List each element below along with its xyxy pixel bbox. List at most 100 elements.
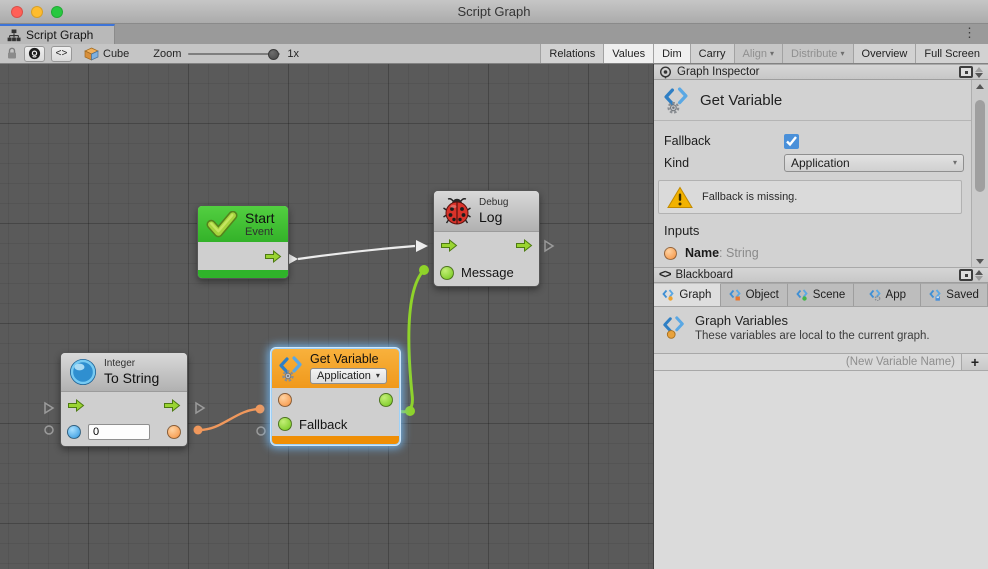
flow-input-port[interactable]	[67, 399, 85, 412]
name-input-port[interactable]	[278, 393, 292, 407]
panel-title: Blackboard	[675, 269, 733, 281]
blackboard-icon: <>	[659, 269, 670, 281]
tab-script-graph[interactable]: Script Graph	[0, 24, 115, 44]
node-subtitle: Event	[245, 226, 275, 238]
toolbar-toggles: Relations Values Dim Carry Align▾ Distri…	[540, 44, 988, 63]
integer-input-port[interactable]	[67, 425, 81, 439]
window-panel-icon[interactable]	[959, 66, 973, 78]
new-variable-row: +	[654, 353, 988, 371]
blackboard-tabs: Graph Object Scene	[654, 283, 988, 307]
inputs-heading: Inputs	[664, 223, 699, 238]
graph-variables-icon	[662, 289, 675, 301]
overview-button[interactable]: Overview	[853, 44, 916, 63]
zoom-value: 1x	[287, 48, 299, 60]
object-variables-icon	[729, 289, 742, 301]
variable-name-dropdown[interactable]: Application ▾	[310, 368, 387, 384]
start-event-node[interactable]: Start Event	[197, 205, 289, 279]
flow-output-port[interactable]	[163, 399, 181, 412]
flow-wire-start-to-log[interactable]	[289, 240, 428, 264]
distribute-dropdown: Distribute▾	[782, 44, 852, 63]
zoom-label: Zoom	[153, 48, 181, 60]
get-variable-icon	[663, 87, 690, 114]
window-controls	[11, 6, 63, 18]
zoom-slider-knob[interactable]	[268, 49, 279, 60]
chevron-down-icon: ▾	[770, 50, 774, 58]
integer-to-string-node[interactable]: Integer To String	[60, 352, 188, 447]
tab-object[interactable]: Object	[721, 283, 788, 306]
scrollbar-thumb[interactable]	[975, 100, 985, 192]
blackboard-header[interactable]: <> Blackboard	[654, 267, 988, 283]
fallback-input-port[interactable]	[278, 417, 292, 431]
node-title: Start	[245, 210, 275, 226]
fullscreen-button[interactable]: Full Screen	[915, 44, 988, 63]
script-graph-window: Script Graph Script Graph ⋮	[0, 0, 988, 569]
chevron-down-icon: ▾	[841, 50, 845, 58]
app-variables-icon	[869, 289, 882, 301]
fallback-checkbox[interactable]	[784, 134, 799, 149]
edit-source-button[interactable]: <>	[51, 46, 72, 62]
new-variable-input[interactable]	[654, 354, 961, 370]
inspector-icon	[659, 66, 672, 79]
debug-log-node[interactable]: Debug Log Message	[433, 190, 540, 287]
graph-canvas[interactable]: Start Event	[0, 64, 653, 569]
graph-variables-section: Graph Variables These variables are loca…	[654, 307, 988, 353]
ladybug-icon	[442, 196, 472, 226]
saved-variables-icon	[929, 289, 942, 301]
panel-collapse-arrows[interactable]	[975, 67, 983, 78]
zoom-window-button[interactable]	[51, 6, 63, 18]
graph-inspector-body: Get Variable Fallback Kind Application ▾	[654, 80, 988, 267]
flow-output-port[interactable]	[515, 239, 533, 252]
scroll-up-button[interactable]	[972, 80, 988, 92]
carry-toggle[interactable]: Carry	[690, 44, 734, 63]
values-toggle[interactable]: Values	[603, 44, 653, 63]
integer-value-field[interactable]	[88, 424, 150, 440]
port-label: Fallback	[299, 417, 347, 432]
window-panel-icon[interactable]	[959, 269, 973, 281]
dim-toggle[interactable]: Dim	[653, 44, 690, 63]
zoom-slider[interactable]	[188, 53, 280, 55]
port-label: Message	[461, 265, 514, 280]
graph-owner-object[interactable]: Cube	[84, 47, 129, 61]
flow-output-port[interactable]	[264, 250, 282, 263]
get-variable-icon	[278, 356, 304, 382]
lock-icon[interactable]	[6, 47, 18, 60]
port-type: : String	[719, 246, 759, 260]
get-variable-node[interactable]: Get Variable Application ▾ Fallback	[271, 348, 400, 445]
tab-graph[interactable]: Graph	[654, 283, 721, 306]
tab-saved[interactable]: Saved	[921, 283, 988, 306]
kebab-menu-icon[interactable]: ⋮	[963, 25, 976, 41]
graph-inspector-header[interactable]: Graph Inspector	[654, 64, 988, 80]
scroll-down-button[interactable]	[972, 255, 988, 267]
string-output-port[interactable]	[167, 425, 181, 439]
node-category: Integer	[104, 358, 159, 370]
window-titlebar: Script Graph	[0, 0, 988, 24]
add-variable-button[interactable]: +	[961, 354, 988, 370]
integer-icon	[69, 358, 97, 386]
value-wire-tostring-to-getvariable[interactable]	[194, 405, 265, 435]
tab-bar: Script Graph ⋮	[0, 24, 988, 44]
zoom-to-fit-button[interactable]	[24, 46, 45, 62]
flow-input-port[interactable]	[440, 239, 458, 252]
sidebar-panel: Graph Inspector	[653, 64, 988, 569]
message-input-port[interactable]	[440, 266, 454, 280]
blackboard-empty-area	[654, 371, 988, 569]
relations-toggle[interactable]: Relations	[540, 44, 603, 63]
tab-label: Script Graph	[26, 28, 93, 42]
tab-scene[interactable]: Scene	[788, 283, 855, 306]
scene-variables-icon	[796, 289, 809, 301]
section-description: These variables are local to the current…	[695, 330, 930, 342]
close-window-button[interactable]	[11, 6, 23, 18]
kind-dropdown[interactable]: Application ▾	[784, 154, 964, 172]
string-port-icon	[664, 247, 677, 260]
inspector-scrollbar[interactable]	[971, 80, 988, 267]
kind-field-label: Kind	[664, 156, 784, 170]
selected-unit-title: Get Variable	[663, 87, 782, 114]
panel-collapse-arrows[interactable]	[975, 270, 983, 281]
warning-text: Fallback is missing.	[702, 191, 797, 203]
panel-title: Graph Inspector	[677, 66, 759, 78]
value-output-port[interactable]	[379, 393, 393, 407]
minimize-window-button[interactable]	[31, 6, 43, 18]
graph-toolbar: <> Cube Zoom 1x Relations Values Dim	[0, 44, 988, 64]
warning-icon	[667, 186, 693, 209]
tab-app[interactable]: App	[854, 283, 921, 306]
